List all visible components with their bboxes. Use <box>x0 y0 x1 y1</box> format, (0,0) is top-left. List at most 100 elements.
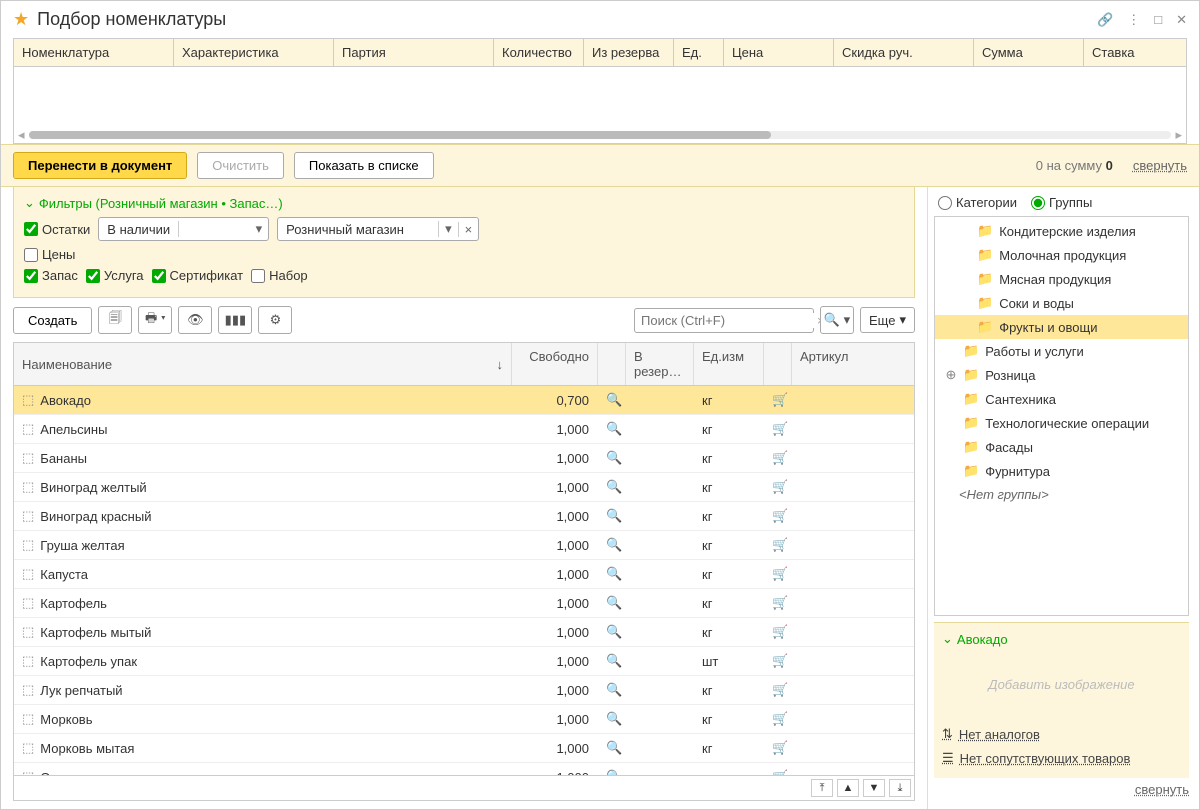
col-qty[interactable]: Количество <box>494 39 584 66</box>
tree-node[interactable]: 📁Фасады <box>935 435 1188 459</box>
table-row[interactable]: ⬚Картофель мытый 1,000 🔍 кг 🛒 <box>14 618 914 647</box>
lookup-icon[interactable]: 🔍 <box>598 678 626 702</box>
table-row[interactable]: ⬚Виноград красный 1,000 🔍 кг 🛒 <box>14 502 914 531</box>
cart-icon[interactable]: 🛒 <box>764 707 792 731</box>
nav-down[interactable]: ▼ <box>863 779 885 797</box>
search-input[interactable]: × <box>634 308 814 333</box>
tree-node[interactable]: 📁Технологические операции <box>935 411 1188 435</box>
expand-icon[interactable]: ⊕ <box>945 367 957 383</box>
categories-radio[interactable]: Категории <box>938 195 1017 210</box>
lookup-icon[interactable]: 🔍 <box>598 620 626 644</box>
analogs-link[interactable]: ⇅Нет аналогов <box>942 722 1181 746</box>
table-row[interactable]: ⬚Авокадо 0,700 🔍 кг 🛒 <box>14 386 914 415</box>
col-discount[interactable]: Скидка руч. <box>834 39 974 66</box>
barcode-icon[interactable]: ▮▮▮ <box>218 306 252 334</box>
col-party[interactable]: Партия <box>334 39 494 66</box>
maximize-icon[interactable]: □ <box>1154 12 1162 28</box>
related-link[interactable]: ☰Нет сопутствующих товаров <box>942 746 1181 770</box>
nabor-checkbox[interactable]: Набор <box>251 268 308 283</box>
col-price[interactable]: Цена <box>724 39 834 66</box>
tree-node[interactable]: 📁Работы и услуги <box>935 339 1188 363</box>
col-char[interactable]: Характеристика <box>174 39 334 66</box>
chevron-down-icon[interactable]: ▾ <box>178 221 268 237</box>
usluga-checkbox[interactable]: Услуга <box>86 268 144 283</box>
nav-up[interactable]: ▲ <box>837 779 859 797</box>
col-reserve[interactable]: В резер… <box>626 343 694 385</box>
link-icon[interactable]: 🔗 <box>1097 12 1113 28</box>
add-image-link[interactable]: Добавить изображение <box>942 647 1181 722</box>
lookup-icon[interactable]: 🔍 <box>598 562 626 586</box>
tree-node[interactable]: 📁Фурнитура <box>935 459 1188 483</box>
tree-node[interactable]: 📁Молочная продукция <box>935 243 1188 267</box>
table-row[interactable]: ⬚Огурцы 1,000 🔍 кг 🛒 <box>14 763 914 775</box>
tree-node[interactable]: 📁Фрукты и овощи <box>935 315 1188 339</box>
collapse-right-link[interactable]: свернуть <box>934 778 1189 801</box>
lookup-icon[interactable]: 🔍 <box>598 591 626 615</box>
search-icon[interactable]: 🔍 ▾ <box>820 306 854 334</box>
tree-node[interactable]: 📁Мясная продукция <box>935 267 1188 291</box>
cart-icon[interactable]: 🛒 <box>764 446 792 470</box>
filters-toggle[interactable]: ⌄Фильтры (Розничный магазин • Запас…) <box>24 195 904 211</box>
lookup-icon[interactable]: 🔍 <box>598 765 626 775</box>
lookup-icon[interactable]: 🔍 <box>598 736 626 760</box>
cart-icon[interactable]: 🛒 <box>764 765 792 775</box>
col-free[interactable]: Свободно <box>512 343 598 385</box>
table-row[interactable]: ⬚Морковь мытая 1,000 🔍 кг 🛒 <box>14 734 914 763</box>
tree-node[interactable]: ⊕📁Розница <box>935 363 1188 387</box>
show-in-list-button[interactable]: Показать в списке <box>294 152 434 179</box>
lookup-icon[interactable]: 🔍 <box>598 446 626 470</box>
cart-icon[interactable]: 🛒 <box>764 504 792 528</box>
table-row[interactable]: ⬚Картофель 1,000 🔍 кг 🛒 <box>14 589 914 618</box>
gear-icon[interactable]: ⚙ <box>258 306 292 334</box>
col-art[interactable]: Артикул <box>792 343 872 385</box>
tree-node[interactable]: 📁Сантехника <box>935 387 1188 411</box>
lookup-icon[interactable]: 🔍 <box>598 388 626 412</box>
table-row[interactable]: ⬚Лук репчатый 1,000 🔍 кг 🛒 <box>14 676 914 705</box>
tree-node-nogroup[interactable]: <Нет группы> <box>935 483 1188 506</box>
lookup-icon[interactable]: 🔍 <box>598 649 626 673</box>
clear-button[interactable]: Очистить <box>197 152 284 179</box>
create-button[interactable]: Создать <box>13 307 92 334</box>
stock-checkbox[interactable]: Остатки <box>24 222 90 237</box>
cart-icon[interactable]: 🛒 <box>764 388 792 412</box>
table-row[interactable]: ⬚Виноград желтый 1,000 🔍 кг 🛒 <box>14 473 914 502</box>
col-reserve[interactable]: Из резерва <box>584 39 674 66</box>
table-row[interactable]: ⬚Картофель упак 1,000 🔍 шт 🛒 <box>14 647 914 676</box>
col-unit[interactable]: Ед. <box>674 39 724 66</box>
kebab-icon[interactable]: ⋮ <box>1127 12 1140 28</box>
table-row[interactable]: ⬚Груша желтая 1,000 🔍 кг 🛒 <box>14 531 914 560</box>
stock-combo[interactable]: В наличии▾ <box>98 217 269 241</box>
transfer-button[interactable]: Перенести в документ <box>13 152 187 179</box>
lookup-icon[interactable]: 🔍 <box>598 504 626 528</box>
table-row[interactable]: ⬚Бананы 1,000 🔍 кг 🛒 <box>14 444 914 473</box>
col-nomen[interactable]: Номенклатура <box>14 39 174 66</box>
nav-first[interactable]: ⤒ <box>811 779 833 797</box>
col-sum[interactable]: Сумма <box>974 39 1084 66</box>
tree-node[interactable]: 📁Кондитерские изделия <box>935 219 1188 243</box>
col-rate[interactable]: Ставка <box>1084 39 1186 66</box>
collapse-link[interactable]: свернуть <box>1133 158 1187 173</box>
more-button[interactable]: Еще▾ <box>860 307 915 333</box>
groups-radio[interactable]: Группы <box>1031 195 1092 210</box>
col-unit[interactable]: Ед.изм <box>694 343 764 385</box>
close-icon[interactable]: ✕ <box>1176 12 1187 28</box>
cart-icon[interactable]: 🛒 <box>764 736 792 760</box>
preview-icon[interactable]: 👁 <box>178 306 212 334</box>
lookup-icon[interactable]: 🔍 <box>598 707 626 731</box>
table-row[interactable]: ⬚Капуста 1,000 🔍 кг 🛒 <box>14 560 914 589</box>
nav-last[interactable]: ⤓ <box>889 779 911 797</box>
table-row[interactable]: ⬚Морковь 1,000 🔍 кг 🛒 <box>14 705 914 734</box>
cart-icon[interactable]: 🛒 <box>764 417 792 441</box>
h-scrollbar[interactable]: ◂▸ <box>14 129 1186 141</box>
cart-icon[interactable]: 🛒 <box>764 620 792 644</box>
cart-icon[interactable]: 🛒 <box>764 533 792 557</box>
cart-icon[interactable]: 🛒 <box>764 562 792 586</box>
lookup-icon[interactable]: 🔍 <box>598 475 626 499</box>
cart-icon[interactable]: 🛒 <box>764 591 792 615</box>
chevron-down-icon[interactable]: ▾ <box>438 221 458 237</box>
cart-icon[interactable]: 🛒 <box>764 678 792 702</box>
cart-icon[interactable]: 🛒 <box>764 649 792 673</box>
clear-icon[interactable]: × <box>458 222 479 237</box>
store-combo[interactable]: Розничный магазин▾× <box>277 217 479 241</box>
col-name[interactable]: Наименование↓ <box>14 343 512 385</box>
